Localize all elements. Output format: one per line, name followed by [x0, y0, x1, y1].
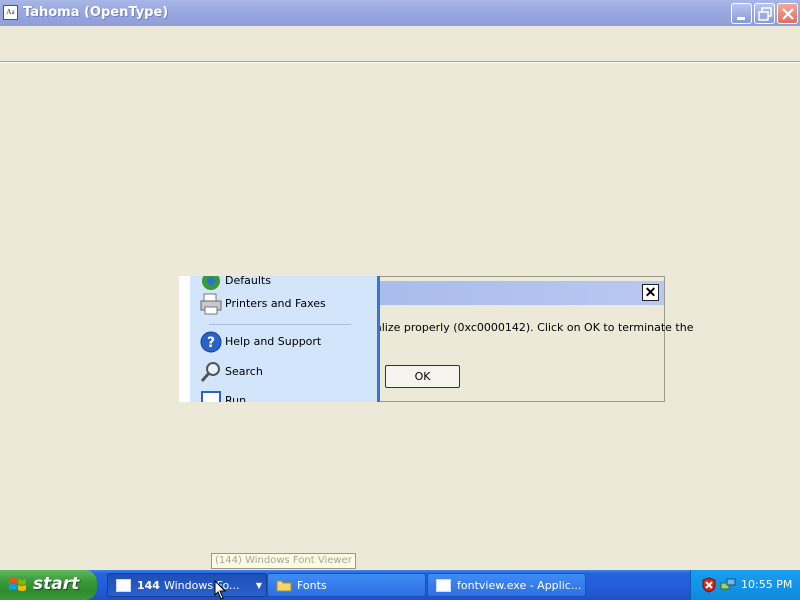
ok-button[interactable]: OK [385, 365, 460, 388]
dialog-message: alize properly (0xc0000142). Click on OK… [375, 321, 694, 334]
close-icon [782, 8, 794, 20]
error-dialog: ✕ alize properly (0xc0000142). Click on … [366, 276, 693, 402]
taskbar-tooltip: (144) Windows Font Viewer [211, 553, 356, 569]
start-menu-item-label: Run... [225, 394, 257, 402]
start-menu-item-label: Help and Support [225, 335, 322, 348]
taskbar-button-font-viewer-group[interactable]: 144 Windows Fo... ▼ [107, 573, 267, 597]
security-alert-icon[interactable] [701, 577, 717, 593]
dialog-title-bar[interactable] [367, 281, 664, 305]
taskbar: start 144 Windows Fo... ▼ Fonts fontview.… [0, 570, 800, 600]
network-icon[interactable] [720, 577, 736, 593]
mouse-cursor-icon [214, 580, 227, 600]
window-group-label: Windows Fo... [163, 579, 240, 592]
window-group-count: 144 [137, 579, 160, 592]
start-menu-edge [377, 276, 380, 402]
search-icon [199, 360, 223, 384]
svg-text:?: ? [207, 335, 215, 351]
font-viewer-icon [116, 579, 131, 592]
start-menu-item-label: Defaults [225, 276, 271, 287]
folder-icon [276, 580, 292, 592]
minimize-icon [737, 17, 745, 20]
start-menu-item-label: Search [225, 365, 263, 378]
taskbar-button-fontview-app[interactable]: fontview.exe - Applic... [427, 573, 586, 597]
application-window-icon [436, 579, 451, 592]
window-title-bar[interactable]: Aa Tahoma (OpenType) [0, 0, 800, 26]
windows-flag-icon [9, 578, 26, 591]
close-window-button[interactable] [777, 3, 798, 24]
font-viewer-app-icon[interactable]: Aa [3, 5, 18, 20]
help-icon: ? [199, 330, 223, 354]
start-menu-item-label: Printers and Faxes [225, 297, 326, 310]
taskbar-button-label: fontview.exe - Applic... [457, 579, 582, 592]
system-tray: 10:55 PM [690, 570, 800, 600]
restore-icon [758, 7, 772, 21]
printer-icon [199, 292, 223, 316]
menu-divider [0, 61, 800, 63]
start-label: start [33, 574, 80, 594]
restore-button[interactable] [754, 3, 775, 24]
run-icon [199, 389, 223, 402]
clock[interactable]: 10:55 PM [741, 578, 792, 591]
taskbar-button-fonts[interactable]: Fonts [267, 573, 426, 597]
chevron-down-icon: ▼ [255, 581, 262, 590]
dialog-close-button[interactable]: ✕ [642, 284, 659, 301]
window-title: Tahoma (OpenType) [23, 5, 169, 20]
start-menu-fragment: Defaults Printers and Faxes ? Help and S… [179, 276, 380, 402]
minimize-button[interactable] [731, 3, 752, 24]
taskbar-button-label: Fonts [297, 579, 327, 592]
start-button[interactable]: start [0, 570, 97, 600]
set-program-access-defaults-icon [199, 276, 223, 293]
start-menu-separator [209, 324, 351, 325]
